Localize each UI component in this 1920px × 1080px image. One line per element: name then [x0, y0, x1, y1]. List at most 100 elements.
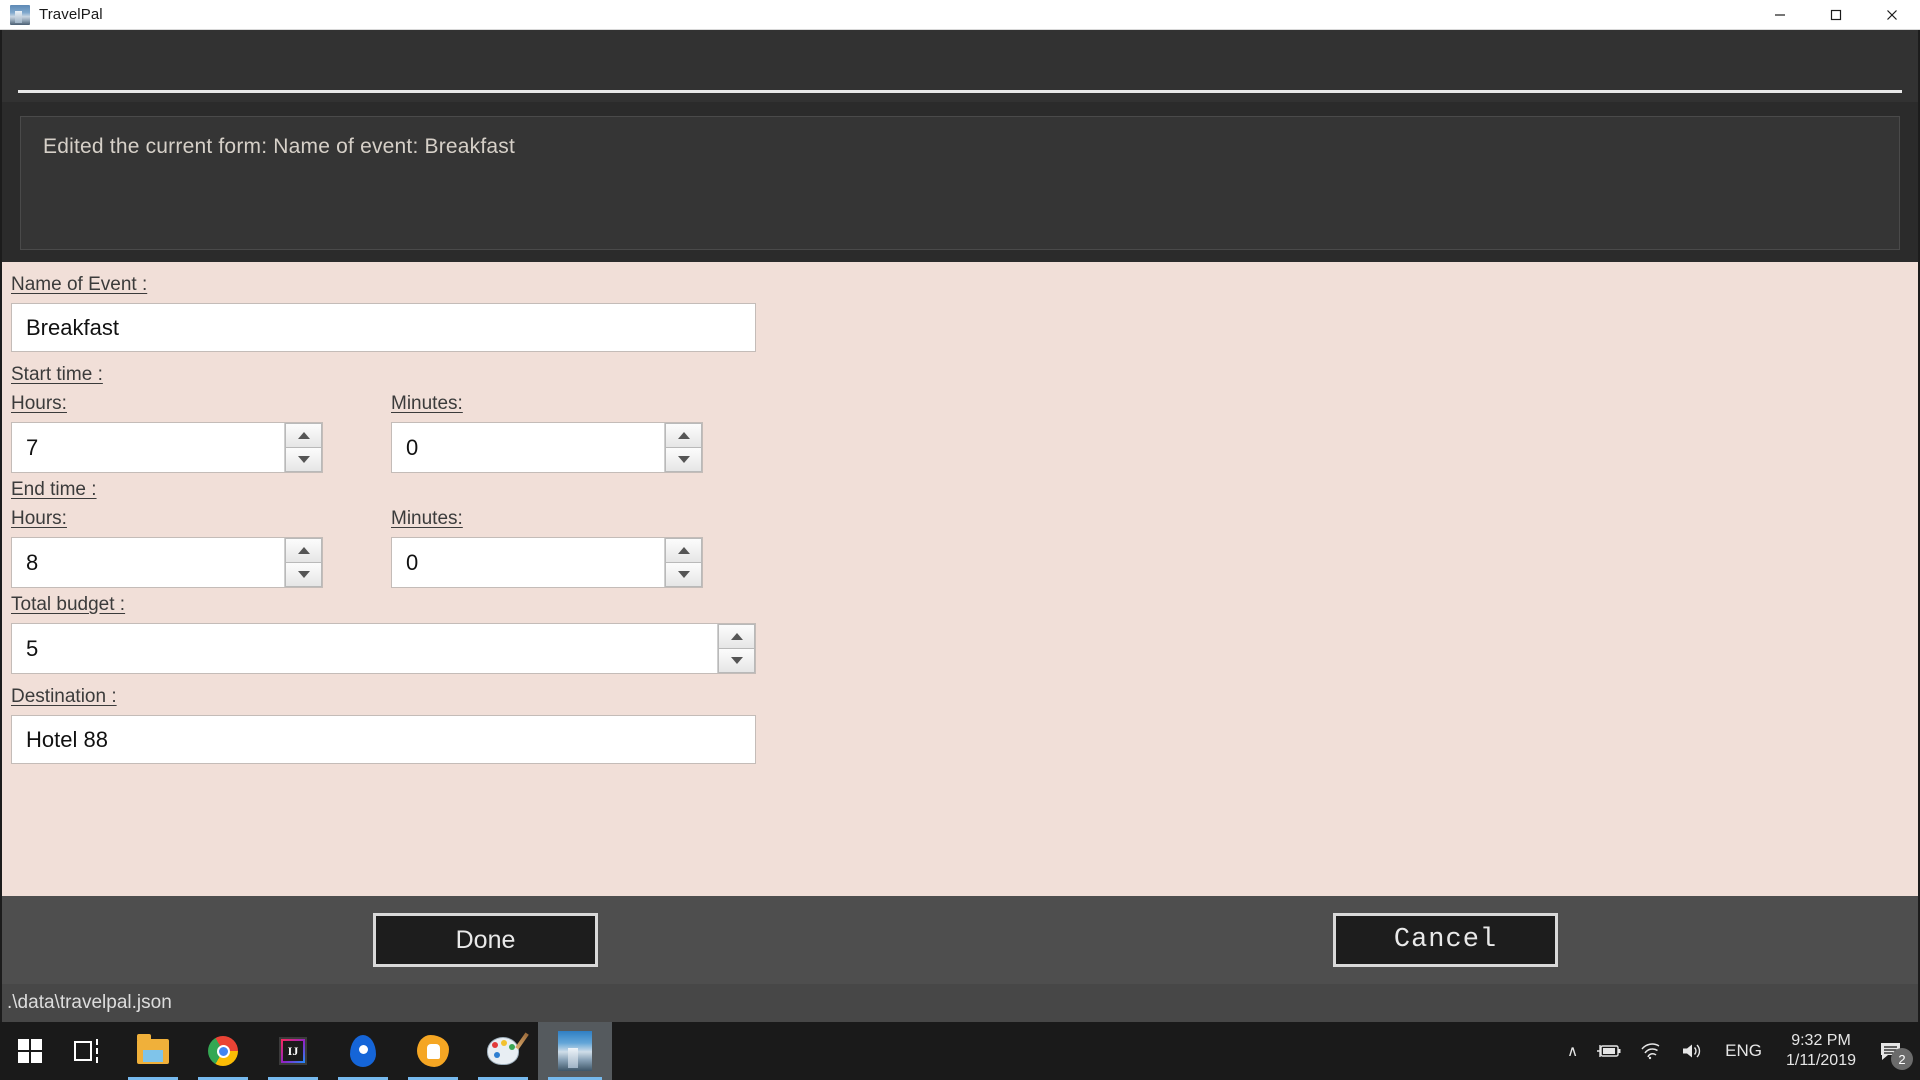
battery-charging-icon[interactable] [1587, 1022, 1631, 1080]
system-tray: ∧ ENG 9:32 PM 1/11/2019 2 [1558, 1022, 1920, 1080]
window-controls [1752, 0, 1920, 30]
end-time-row: Hours: 8 Minutes: 0 [11, 508, 1918, 588]
end-hours-increment-button[interactable] [285, 538, 322, 562]
start-hours-decrement-button[interactable] [285, 447, 322, 472]
header-divider [18, 90, 1902, 93]
chrome-icon [208, 1036, 238, 1066]
end-hours-group: Hours: 8 [11, 508, 391, 588]
name-of-event-label: Name of Event : [11, 274, 148, 295]
start-time-label: Start time : [11, 364, 103, 385]
title-bar: TravelPal [0, 0, 1920, 30]
start-minutes-group: Minutes: 0 [391, 393, 771, 473]
total-budget-stepper[interactable]: 5 [11, 623, 756, 674]
wifi-icon[interactable] [1631, 1022, 1671, 1080]
close-icon[interactable] [1864, 0, 1920, 30]
start-hours-label: Hours: [11, 393, 67, 414]
end-minutes-group: Minutes: 0 [391, 508, 771, 588]
start-minutes-value: 0 [406, 434, 419, 460]
chevron-up-icon [297, 547, 310, 554]
start-minutes-spinner-buttons [664, 423, 702, 472]
start-time-row: Hours: 7 Minutes: 0 [11, 393, 1918, 473]
name-of-event-row: Name of Event : Breakfast [11, 274, 1918, 352]
maximize-icon[interactable] [1808, 0, 1864, 30]
message-text: Edited the current form: Name of event: … [43, 135, 516, 158]
travelpal-photo-icon [558, 1031, 592, 1071]
orange-hand-icon [417, 1035, 449, 1067]
language-indicator[interactable]: ENG [1713, 1022, 1774, 1080]
travelpal-button[interactable] [538, 1022, 612, 1080]
end-minutes-decrement-button[interactable] [665, 562, 702, 587]
total-budget-increment-button[interactable] [718, 624, 755, 648]
message-box: Edited the current form: Name of event: … [20, 116, 1900, 250]
clock[interactable]: 9:32 PM 1/11/2019 [1774, 1031, 1868, 1071]
destination-value: Hotel 88 [26, 726, 108, 752]
map-pin-icon [350, 1035, 376, 1067]
chevron-down-icon [730, 657, 743, 664]
end-minutes-value: 0 [406, 549, 419, 575]
destination-row: Destination : Hotel 88 [11, 686, 1918, 764]
location-app-button[interactable] [328, 1022, 398, 1080]
end-minutes-stepper[interactable]: 0 [391, 537, 703, 588]
chevron-down-icon [297, 456, 310, 463]
intellij-idea-icon: IJ [279, 1037, 307, 1065]
chevron-up-icon [677, 547, 690, 554]
end-minutes-label: Minutes: [391, 508, 463, 529]
destination-label: Destination : [11, 686, 117, 707]
status-bar: .\data\travelpal.json [0, 984, 1920, 1022]
total-budget-label: Total budget : [11, 594, 126, 615]
start-button[interactable] [0, 1022, 60, 1080]
total-budget-value: 5 [26, 635, 39, 661]
chevron-down-icon [677, 571, 690, 578]
clock-date: 1/11/2019 [1786, 1052, 1856, 1069]
header-strip [0, 30, 1920, 102]
windows-taskbar: IJ ∧ ENG 9:32 PM 1/11/2019 2 [0, 1022, 1920, 1080]
chrome-button[interactable] [188, 1022, 258, 1080]
total-budget-spinner-buttons [717, 624, 755, 673]
orange-app-button[interactable] [398, 1022, 468, 1080]
name-of-event-input[interactable]: Breakfast [11, 303, 756, 352]
destination-input[interactable]: Hotel 88 [11, 715, 756, 764]
end-hours-decrement-button[interactable] [285, 562, 322, 587]
volume-icon[interactable] [1671, 1022, 1713, 1080]
name-of-event-value: Breakfast [26, 314, 119, 340]
chevron-down-icon [297, 571, 310, 578]
start-hours-stepper[interactable]: 7 [11, 422, 323, 473]
travelpal-window: TravelPal Edited the current form: Name … [0, 0, 1920, 1080]
start-hours-group: Hours: 7 [11, 393, 391, 473]
end-minutes-increment-button[interactable] [665, 538, 702, 562]
window-title: TravelPal [39, 6, 103, 23]
chevron-down-icon [677, 456, 690, 463]
end-hours-value: 8 [26, 549, 39, 575]
minimize-icon[interactable] [1752, 0, 1808, 30]
start-hours-value: 7 [26, 434, 39, 460]
cancel-button[interactable]: Cancel [1333, 913, 1558, 967]
start-hours-spinner-buttons [284, 423, 322, 472]
folder-icon [137, 1033, 169, 1064]
start-minutes-increment-button[interactable] [665, 423, 702, 447]
start-minutes-label: Minutes: [391, 393, 463, 414]
intellij-button[interactable]: IJ [258, 1022, 328, 1080]
start-minutes-stepper[interactable]: 0 [391, 422, 703, 473]
notifications-button[interactable]: 2 [1868, 1022, 1920, 1080]
total-budget-decrement-button[interactable] [718, 648, 755, 673]
paint-button[interactable] [468, 1022, 538, 1080]
chevron-up-icon [677, 432, 690, 439]
chevron-up-icon [730, 633, 743, 640]
file-explorer-button[interactable] [118, 1022, 188, 1080]
travelpal-photo-icon [10, 4, 30, 25]
end-hours-stepper[interactable]: 8 [11, 537, 323, 588]
event-form: Name of Event : Breakfast Start time : H… [0, 262, 1920, 896]
notification-count-badge: 2 [1891, 1048, 1913, 1070]
start-minutes-decrement-button[interactable] [665, 447, 702, 472]
end-hours-spinner-buttons [284, 538, 322, 587]
show-hidden-icons-button[interactable]: ∧ [1558, 1022, 1587, 1080]
task-view-button[interactable] [60, 1022, 118, 1080]
total-budget-row: Total budget : 5 [11, 594, 1918, 674]
paint-palette-icon [487, 1037, 519, 1065]
message-panel: Edited the current form: Name of event: … [0, 102, 1920, 262]
start-hours-increment-button[interactable] [285, 423, 322, 447]
end-time-label: End time : [11, 479, 97, 500]
end-hours-label: Hours: [11, 508, 67, 529]
done-button[interactable]: Done [373, 913, 598, 967]
windows-logo-icon [18, 1039, 42, 1063]
